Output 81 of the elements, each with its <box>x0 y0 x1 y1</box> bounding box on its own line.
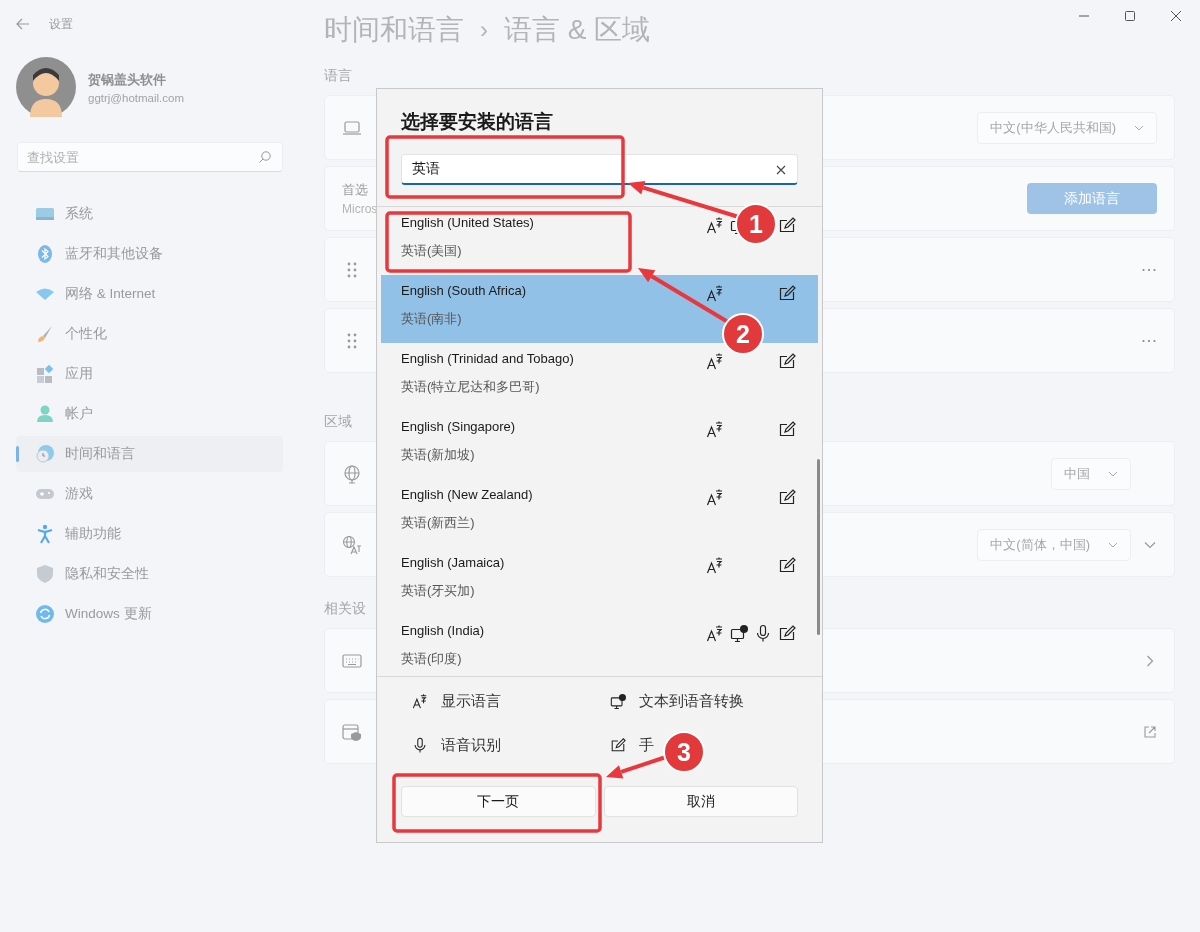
sidebar-item[interactable]: 游戏 <box>16 476 283 512</box>
cancel-button[interactable]: 取消 <box>603 786 798 817</box>
window-shield-icon <box>342 721 362 742</box>
clear-icon[interactable] <box>775 164 787 176</box>
sidebar-item[interactable]: 隐私和安全性 <box>16 556 283 592</box>
legend-label: 显示语言 <box>441 691 501 711</box>
language-native-name: 英语(美国) <box>401 242 463 260</box>
sidebar-item[interactable]: 应用 <box>16 356 283 392</box>
monitor-speech-icon <box>610 693 626 709</box>
sidebar-item[interactable]: 系统 <box>16 196 283 232</box>
step-badge: 3 <box>663 731 705 773</box>
shield-icon <box>35 564 55 584</box>
legend-label: 语音识别 <box>441 735 501 755</box>
next-button[interactable]: 下一页 <box>401 786 596 817</box>
language-native-name: 英语(南非) <box>401 310 463 328</box>
language-name: English (Trinidad and Tobago) <box>401 350 575 368</box>
legend-label: 手 <box>639 735 654 755</box>
dropdown[interactable]: 中文(中华人民共和国) <box>977 111 1157 144</box>
language-native-name: 英语(新西兰) <box>401 514 476 532</box>
search-field[interactable]: 英语 <box>401 154 798 185</box>
language-name: English (New Zealand) <box>401 486 534 504</box>
language-name: English (Jamaica) <box>401 554 506 572</box>
refresh-icon <box>35 604 55 624</box>
dropdown[interactable]: 中国 <box>1051 457 1131 490</box>
selection-indicator <box>16 446 19 462</box>
display-language-icon <box>412 693 428 709</box>
sidebar-item[interactable]: 网络 & Internet <box>16 276 283 312</box>
sidebar-item[interactable]: 个性化 <box>16 316 283 352</box>
language-option[interactable]: English (United States) 英语(美国) <box>401 213 706 261</box>
dropdown[interactable]: 中文(简体，中国) <box>977 528 1131 561</box>
section-heading: 相关设 <box>324 599 366 618</box>
pointer-arrow <box>606 755 667 779</box>
breadcrumb-separator: › <box>480 16 488 44</box>
language-name: English (United States) <box>401 214 535 232</box>
language-native-name: 英语(牙买加) <box>401 582 476 600</box>
language-option[interactable]: English (India) 英语(印度) <box>401 621 706 669</box>
external-link-icon[interactable] <box>1143 724 1157 739</box>
language-option[interactable]: English (New Zealand) 英语(新西兰) <box>401 485 706 533</box>
language-native-name: 英语(印度) <box>401 650 463 668</box>
language-native-name: 英语(特立尼达和多巴哥) <box>401 378 541 396</box>
scrollbar[interactable] <box>817 459 820 635</box>
bluetooth-icon <box>35 244 55 264</box>
sidebar-item[interactable]: 蓝牙和其他设备 <box>16 236 283 272</box>
step-badge: 2 <box>722 313 764 355</box>
language-option[interactable]: English (South Africa) 英语(南非) <box>401 281 706 329</box>
back-button[interactable] <box>15 16 31 32</box>
globe-clock-icon <box>35 444 55 464</box>
language-option[interactable]: English (Singapore) 英语(新加坡) <box>401 417 706 465</box>
section-heading: 区域 <box>324 412 352 431</box>
add-language-button[interactable]: 添加语言 <box>1027 183 1157 214</box>
handwriting-icon <box>610 737 626 753</box>
language-native-name: 英语(新加坡) <box>401 446 476 464</box>
section-heading: 语言 <box>324 66 352 85</box>
language-option[interactable]: English (Trinidad and Tobago) 英语(特立尼达和多巴哥) <box>401 349 706 397</box>
breadcrumb-link[interactable]: 时间和语言 <box>324 11 464 49</box>
step-badge: 1 <box>735 203 777 245</box>
card-subtitle: Micros <box>342 202 379 216</box>
sidebar-item[interactable]: 时间和语言 <box>16 436 283 472</box>
account-name: 贺锅盖头软件 <box>88 70 167 89</box>
sidebar-item[interactable]: 辅助功能 <box>16 516 283 552</box>
card-title: 首选 <box>342 181 369 199</box>
window-title: 设置 <box>49 15 73 33</box>
search-field[interactable]: 查找设置 <box>17 142 283 172</box>
legend-label: 文本到语音转换 <box>639 691 744 711</box>
language-name: English (India) <box>401 622 486 640</box>
person-icon <box>35 404 55 424</box>
sidebar-item[interactable]: Windows 更新 <box>16 596 283 632</box>
dialog-title: 选择要安装的语言 <box>401 110 554 134</box>
language-name: English (Singapore) <box>401 418 517 436</box>
page-title: 语言 & 区域 <box>504 13 651 47</box>
language-name: English (South Africa) <box>401 282 527 300</box>
language-option[interactable]: English (Jamaica) 英语(牙买加) <box>401 553 706 601</box>
avatar <box>16 57 76 117</box>
sidebar-item[interactable]: 帐户 <box>16 396 283 432</box>
globe-icon <box>342 463 362 484</box>
accessibility-icon <box>35 524 55 544</box>
search-icon <box>258 150 272 164</box>
microphone-icon <box>412 737 428 753</box>
account-email: ggtrj@hotmail.com <box>88 91 185 104</box>
apps-icon <box>35 364 55 384</box>
globe-letter-icon <box>342 534 362 555</box>
